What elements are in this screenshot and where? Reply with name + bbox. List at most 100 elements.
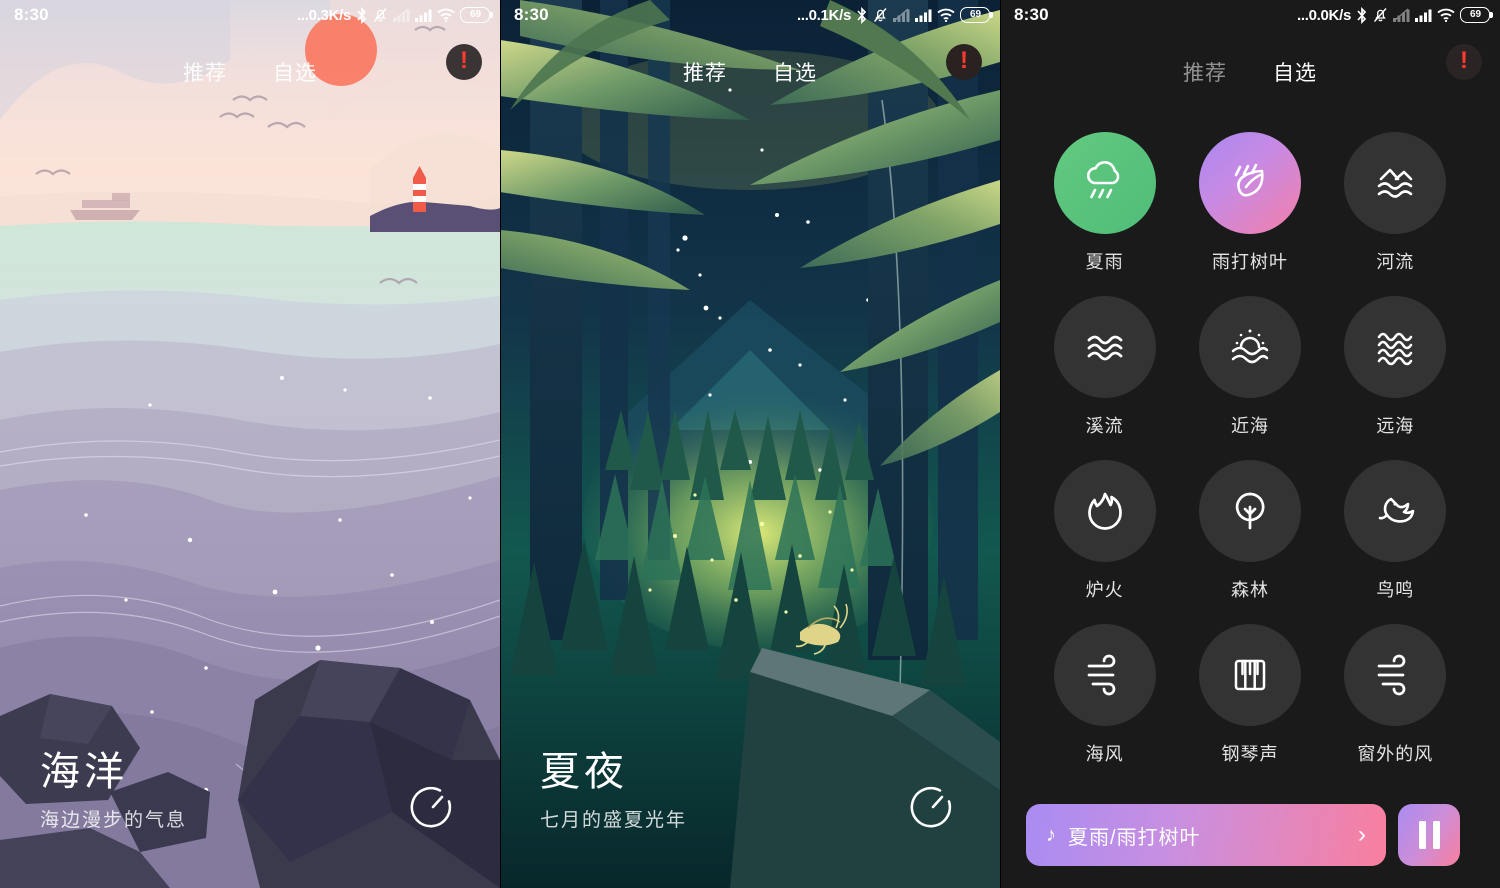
sound-bubble[interactable] [1344,296,1447,398]
signal-weak-icon [393,8,410,22]
stream-icon [1087,335,1123,361]
sound-bubble[interactable] [1053,132,1156,234]
battery-icon: 69 [960,7,993,23]
status-bar: 8:30 ...0.3K/s 69 [0,0,500,30]
sound-label: 鸟鸣 [1376,580,1415,600]
sound-label: 近海 [1230,416,1269,436]
network-speed: ...0.3K/s [297,6,351,24]
status-time: 8:30 [514,5,549,24]
music-note-icon: ♪ [1046,823,1056,846]
sound-bubble[interactable] [1053,624,1156,726]
status-time: 8:30 [1014,5,1049,24]
exclamation-icon: ! [460,47,468,74]
now-playing-title: 夏雨/雨打树叶 [1068,826,1201,849]
sound-label: 河流 [1376,252,1415,272]
river-icon [1378,168,1413,198]
wind-icon [1087,654,1115,696]
sound-label: 钢琴声 [1221,744,1279,764]
tab-recommend[interactable]: 推荐 [683,57,727,87]
sound-item-river[interactable]: 河流 [1323,132,1468,274]
sound-bubble[interactable] [1198,460,1301,562]
scene-title: 海洋 [40,750,128,794]
status-icons: ...0.1K/s 69 [797,6,993,24]
exclamation-icon: ! [960,47,968,74]
sound-item-wind-outside-window[interactable]: 窗外的风 [1323,624,1468,766]
sound-bubble[interactable] [1344,460,1447,562]
sound-item-far-sea[interactable]: 远海 [1323,296,1468,438]
sound-label: 海风 [1085,744,1124,764]
leaf-rain-icon [1234,163,1264,197]
timer-icon[interactable] [908,782,958,832]
scene-title: 夏夜 [540,750,628,794]
tab-custom[interactable]: 自选 [273,57,317,87]
signal-weak-icon [893,8,910,22]
signal-icon [1415,8,1432,22]
panel-sound-grid: 8:30 ...0.0K/s 69 推荐 自选 ! 夏雨 雨打树叶 河流 溪流 … [1000,0,1500,888]
sound-item-fire[interactable]: 炉火 [1032,460,1177,602]
sound-item-birdsong[interactable]: 鸟鸣 [1323,460,1468,602]
exclamation-icon: ! [1460,47,1468,74]
sound-item-piano[interactable]: 钢琴声 [1177,624,1322,766]
status-time: 8:30 [14,5,49,24]
sound-label: 雨打树叶 [1211,252,1288,272]
sound-item-sea-breeze[interactable]: 海风 [1032,624,1177,766]
sound-label: 森林 [1230,580,1269,600]
tree-icon [1235,492,1265,530]
tab-recommend[interactable]: 推荐 [1183,57,1227,87]
timer-icon[interactable] [408,782,458,832]
sound-bubble[interactable] [1053,460,1156,562]
battery-icon: 69 [1460,7,1493,23]
piano-icon [1234,659,1266,691]
sound-item-stream[interactable]: 溪流 [1032,296,1177,438]
tab-bar: 推荐 自选 [1000,48,1500,96]
now-playing-bar: ♪ 夏雨/雨打树叶 › [1026,804,1460,866]
sound-label: 窗外的风 [1357,744,1434,764]
panel-summer-night: 8:30 ...0.1K/s 69 推荐 自选 ! 夏夜 七月的盛夏光年 [500,0,1000,888]
tab-recommend[interactable]: 推荐 [183,57,227,87]
sound-item-rain-on-leaves[interactable]: 雨打树叶 [1177,132,1322,274]
fire-icon [1087,492,1122,530]
scene-caption: 夏夜 七月的盛夏光年 [540,749,687,832]
status-bar: 8:30 ...0.0K/s 69 [1000,0,1500,30]
sound-bubble[interactable] [1053,296,1156,398]
tab-bar: 推荐 自选 [500,48,1000,96]
bluetooth-icon [856,6,868,24]
signal-icon [915,8,932,22]
alert-badge[interactable]: ! [946,44,982,80]
status-icons: ...0.0K/s 69 [1297,6,1493,24]
tab-bar: 推荐 自选 [0,48,500,96]
signal-weak-icon [1393,8,1410,22]
sound-label: 夏雨 [1085,252,1124,272]
sound-item-near-sea[interactable]: 近海 [1177,296,1322,438]
bell-muted-icon [373,7,388,23]
bluetooth-icon [1356,6,1368,24]
sound-item-forest[interactable]: 森林 [1177,460,1322,602]
sound-label: 溪流 [1085,416,1124,436]
wind-icon [1377,654,1406,696]
sound-bubble[interactable] [1198,296,1301,398]
tab-custom[interactable]: 自选 [1273,57,1317,87]
alert-badge[interactable]: ! [446,44,482,80]
tab-custom[interactable]: 自选 [773,57,817,87]
scene-subtitle: 七月的盛夏光年 [540,810,688,831]
play-pause-button[interactable] [1398,804,1460,866]
scene-caption: 海洋 海边漫步的气息 [40,749,187,832]
panel-ocean: 8:30 ...0.3K/s 69 推荐 自选 ! 海洋 海边漫步的气息 [0,0,500,888]
panel-divider [1000,0,1001,888]
bell-muted-icon [873,7,888,23]
sound-bubble[interactable] [1198,132,1301,234]
bird-icon [1379,497,1415,523]
pause-icon [1418,821,1440,849]
sound-item-summer-rain[interactable]: 夏雨 [1032,132,1177,274]
wifi-icon [1437,8,1455,22]
sound-bubble[interactable] [1344,132,1447,234]
sound-bubble[interactable] [1198,624,1301,726]
alert-badge[interactable]: ! [1446,44,1482,80]
sound-bubble[interactable] [1344,624,1447,726]
battery-icon: 69 [460,7,493,23]
wifi-icon [937,8,955,22]
now-playing-track-button[interactable]: ♪ 夏雨/雨打树叶 › [1026,804,1386,866]
network-speed: ...0.0K/s [1297,6,1351,24]
status-bar: 8:30 ...0.1K/s 69 [500,0,1000,30]
three-panel-screenshot: 8:30 ...0.3K/s 69 推荐 自选 ! 海洋 海边漫步的气息 8:3… [0,0,1500,888]
